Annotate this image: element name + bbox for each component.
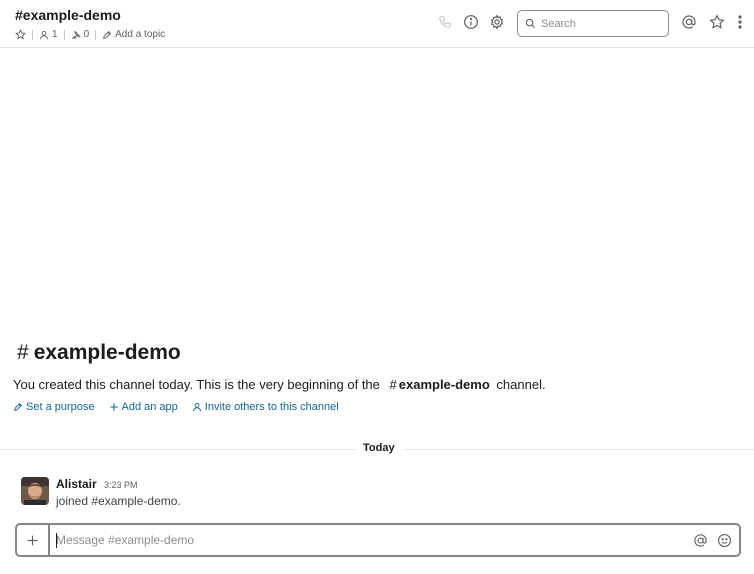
channel-intro-text: You created this channel today. This is … — [13, 377, 546, 392]
channel-intro-actions: Set a purpose Add an app Invite others t… — [13, 401, 339, 413]
pinned-count: 0 — [83, 29, 90, 40]
channel-intro-title: # example-demo — [17, 341, 181, 365]
invite-others-label: Invite others to this channel — [204, 401, 339, 413]
add-topic-button[interactable]: Add a topic — [102, 29, 165, 40]
pencil-icon — [14, 403, 22, 411]
meta-separator — [32, 29, 33, 40]
member-icon — [40, 30, 48, 39]
add-topic-label: Add a topic — [115, 29, 166, 40]
gear-icon — [490, 14, 504, 30]
add-app-label: Add an app — [121, 401, 178, 413]
emoji-button[interactable] — [715, 531, 733, 549]
starred-items-button[interactable] — [708, 13, 726, 31]
message-author: Alistair 3:23 PM — [56, 477, 138, 491]
invite-others-link[interactable]: Invite others to this channel — [192, 401, 339, 413]
attach-button[interactable] — [17, 525, 50, 555]
search-input[interactable] — [541, 17, 659, 30]
channel-link-name: example-demo — [398, 377, 490, 392]
channel-settings-button[interactable] — [488, 13, 506, 31]
phone-icon — [439, 16, 451, 28]
avatar-image — [21, 477, 49, 505]
call-button[interactable] — [436, 13, 454, 31]
channel-details-button[interactable] — [462, 13, 480, 31]
info-icon — [464, 15, 478, 29]
text-cursor — [56, 533, 57, 548]
channel-link[interactable]: # example-demo — [390, 377, 490, 392]
set-purpose-label: Set a purpose — [26, 401, 95, 413]
member-count: 1 — [52, 29, 58, 40]
channel-meta: 1 0 Add a topic — [15, 28, 165, 41]
mentions-button[interactable] — [680, 13, 698, 31]
pinned-count-button[interactable]: 0 — [71, 29, 90, 40]
meta-separator — [63, 29, 65, 40]
meta-separator — [95, 29, 97, 40]
message-text: joined #example-demo. — [56, 494, 181, 508]
message-timestamp[interactable]: 3:23 PM — [104, 480, 138, 490]
channel-header: #example-demo 1 0 Add a topic — [0, 0, 754, 48]
message-composer — [15, 523, 741, 557]
star-channel-button[interactable] — [15, 29, 26, 40]
date-divider-label[interactable]: Today — [355, 442, 403, 454]
star-icon — [15, 29, 26, 40]
set-purpose-link[interactable]: Set a purpose — [13, 401, 95, 413]
more-actions-button[interactable] — [731, 13, 749, 31]
channel-link-hash: # — [389, 377, 397, 392]
intro-text-after: channel. — [496, 377, 546, 392]
search-box[interactable] — [517, 10, 669, 37]
plus-icon — [109, 403, 118, 411]
emoji-icon — [717, 533, 731, 547]
channel-hash: # — [17, 341, 29, 364]
at-icon — [682, 15, 696, 29]
intro-text-before: You created this channel today. This is … — [13, 377, 380, 392]
message-input[interactable] — [50, 533, 691, 547]
author-name[interactable]: Alistair — [56, 477, 97, 491]
person-icon — [192, 403, 201, 412]
more-vertical-icon — [738, 15, 742, 29]
pencil-icon — [103, 30, 112, 39]
mention-button[interactable] — [691, 531, 709, 549]
add-app-link[interactable]: Add an app — [109, 401, 178, 413]
member-count-button[interactable]: 1 — [39, 29, 58, 40]
at-icon — [693, 533, 707, 547]
pin-icon — [71, 30, 81, 39]
channel-title[interactable]: #example-demo — [15, 7, 121, 23]
avatar[interactable] — [21, 477, 49, 505]
plus-icon — [27, 535, 38, 545]
star-icon — [709, 14, 725, 29]
search-icon — [525, 18, 536, 29]
channel-intro-name: example-demo — [33, 341, 181, 364]
